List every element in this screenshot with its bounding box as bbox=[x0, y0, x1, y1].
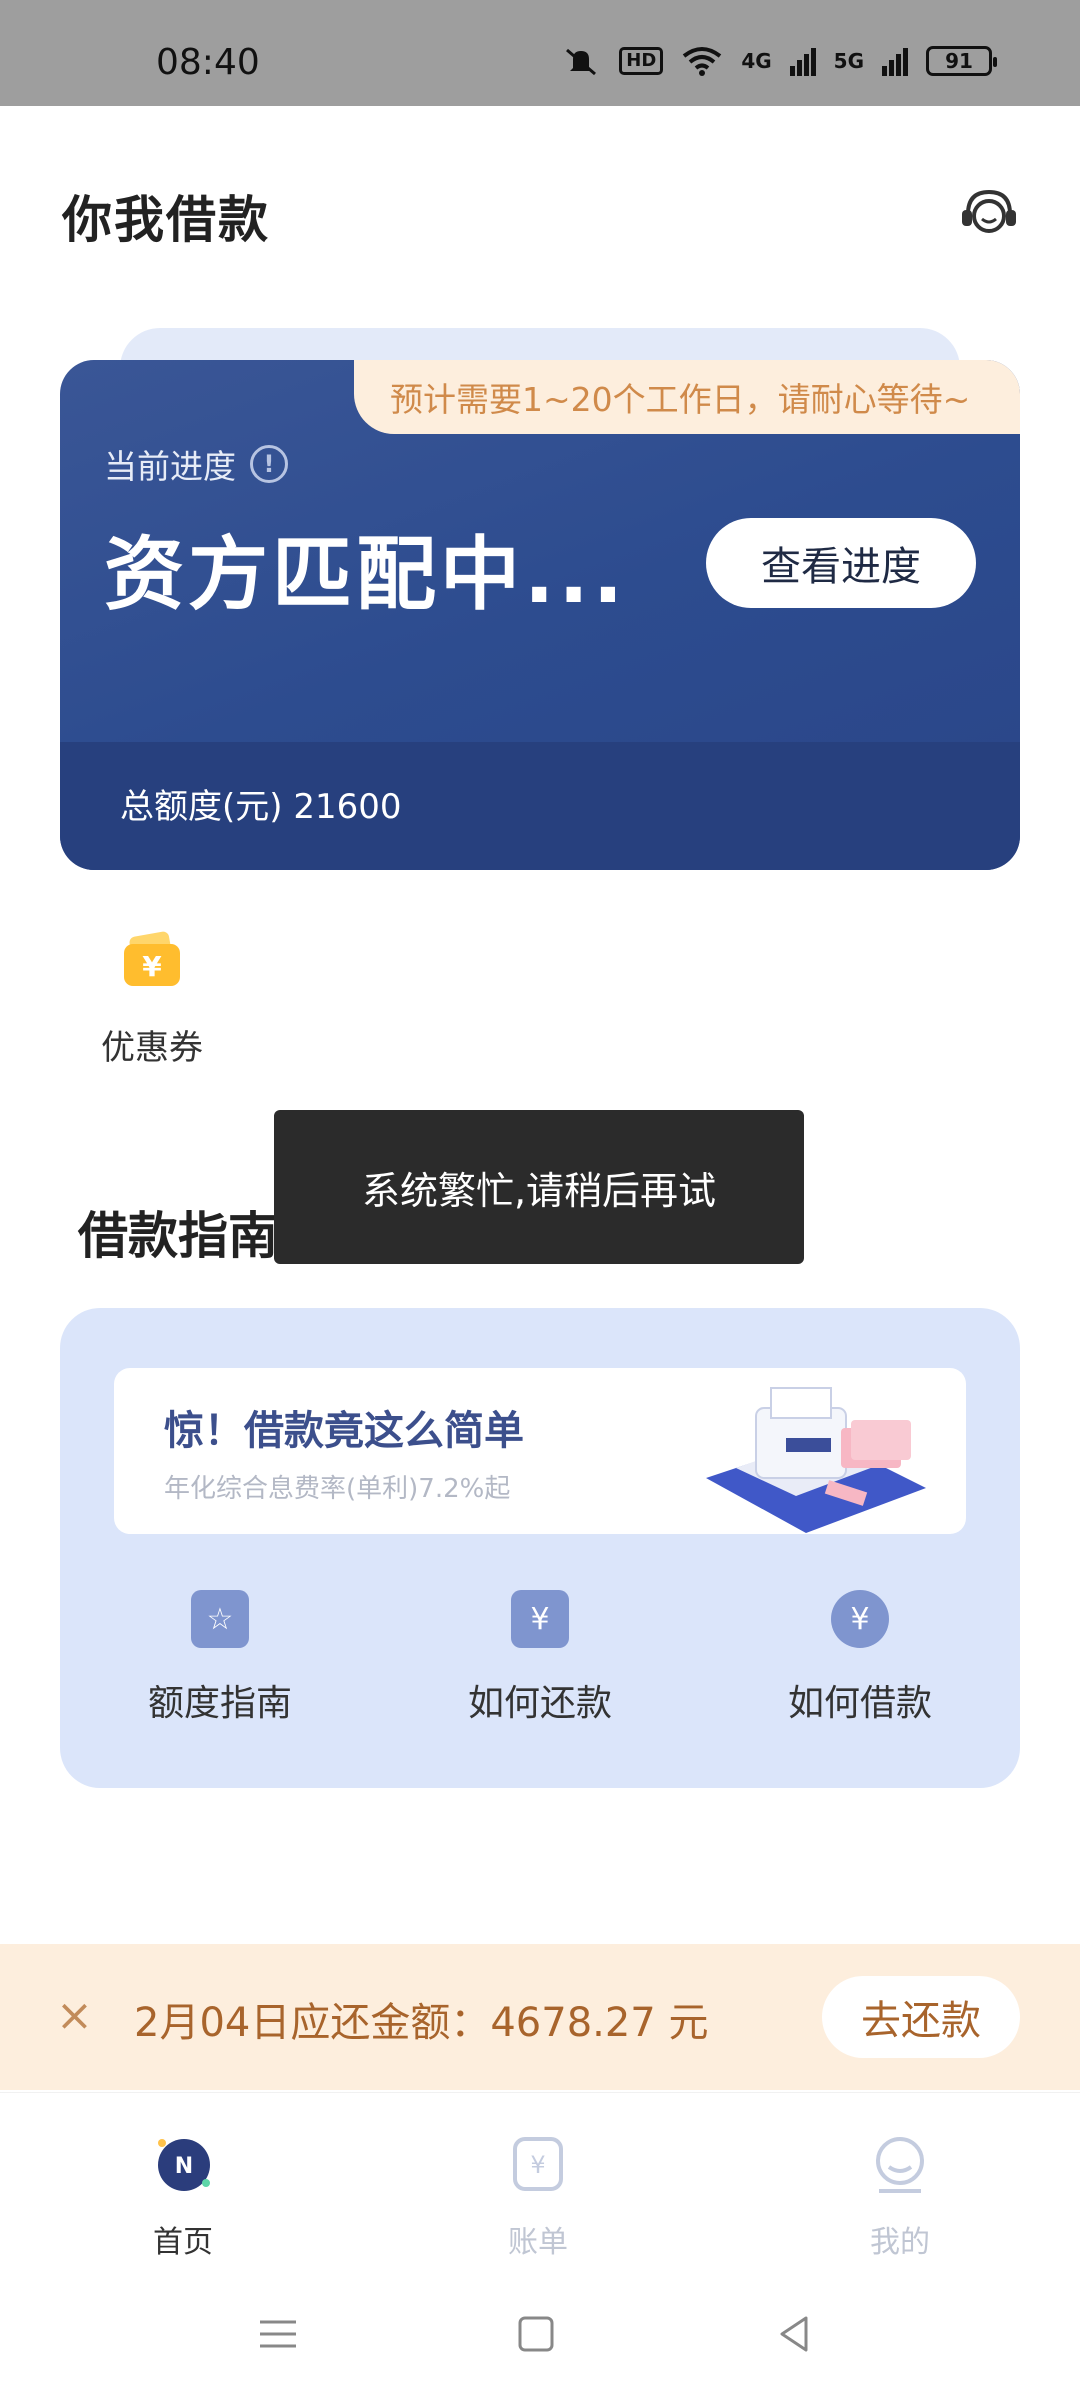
progress-label-text: 当前进度 bbox=[104, 447, 236, 486]
progress-card: 预计需要1~20个工作日，请耐心等待~ 当前进度 ! 资方匹配中... 查看进度… bbox=[60, 360, 1020, 870]
guide-banner-headline: 惊！借款竟这么简单 bbox=[164, 1408, 524, 1454]
tab-label: 我的 bbox=[870, 2225, 930, 2260]
signal-icon bbox=[789, 48, 816, 76]
guide-item-limit[interactable]: ☆ 额度指南 bbox=[60, 1590, 380, 1726]
svg-text:N: N bbox=[175, 2154, 193, 2179]
tab-bills[interactable]: ¥ 账单 bbox=[458, 2133, 618, 2261]
home-square-icon[interactable] bbox=[514, 2312, 558, 2356]
guide-item-repay[interactable]: ¥ 如何还款 bbox=[380, 1590, 700, 1726]
repay-amount-text: 2月04日应还金额：4678.27 元 bbox=[134, 2000, 709, 2046]
coupon-icon: ¥ bbox=[124, 931, 180, 986]
close-icon[interactable]: × bbox=[56, 1990, 93, 2041]
network-4g-label: 4G bbox=[741, 49, 772, 73]
coupon-label: 优惠券 bbox=[101, 1028, 203, 1068]
back-icon[interactable] bbox=[772, 2312, 816, 2356]
mute-bell-icon bbox=[566, 48, 597, 76]
coupon-symbol: ¥ bbox=[142, 950, 162, 983]
repay-reminder-bar: × 2月04日应还金额：4678.27 元 去还款 bbox=[0, 1944, 1080, 2090]
guide-item-label: 如何还款 bbox=[467, 1683, 612, 1724]
network-5g-label: 5G bbox=[833, 49, 864, 73]
bottom-tab-bar: N 首页 ¥ 账单 我的 bbox=[0, 2092, 1080, 2268]
guide-item-label: 如何借款 bbox=[787, 1683, 932, 1724]
status-time: 08:40 bbox=[156, 42, 260, 83]
guide-title: 借款指南 bbox=[78, 1207, 278, 1265]
tab-label: 首页 bbox=[153, 2225, 213, 2260]
home-icon: N bbox=[158, 2139, 210, 2191]
guide-card: 惊！借款竟这么简单 年化综合息费率(单利)7.2%起 ☆ 额度指南 ¥ 如何还款… bbox=[60, 1308, 1020, 1788]
guide-item-borrow[interactable]: ¥ 如何借款 bbox=[700, 1590, 1020, 1726]
star-icon: ☆ bbox=[191, 1590, 249, 1648]
info-icon[interactable]: ! bbox=[250, 445, 288, 483]
guide-banner[interactable]: 惊！借款竟这么简单 年化综合息费率(单利)7.2%起 bbox=[114, 1368, 966, 1534]
repay-icon: ¥ bbox=[511, 1590, 569, 1648]
wifi-icon bbox=[683, 47, 722, 76]
money-machine-illustration bbox=[706, 1387, 926, 1533]
tab-home[interactable]: N 首页 bbox=[103, 2133, 263, 2261]
toast-message: 系统繁忙,请稍后再试 bbox=[274, 1110, 804, 1264]
signal-icon-2 bbox=[882, 48, 908, 76]
bill-icon: ¥ bbox=[513, 2137, 563, 2191]
status-icons: HD 4G 5G 91 bbox=[561, 46, 997, 76]
estimate-banner: 预计需要1~20个工作日，请耐心等待~ bbox=[354, 360, 1020, 434]
view-progress-button[interactable]: 查看进度 bbox=[706, 518, 976, 608]
svg-text:¥: ¥ bbox=[530, 2151, 545, 2179]
hd-badge: HD bbox=[619, 47, 664, 75]
app-title: 你我借款 bbox=[62, 191, 270, 249]
guide-banner-subtitle: 年化综合息费率(单利)7.2%起 bbox=[164, 1474, 511, 1504]
system-nav-bar bbox=[0, 2268, 1080, 2400]
status-bar: 08:40 HD 4G 5G 91 bbox=[0, 0, 1080, 106]
coupon-entry[interactable]: ¥ 优惠券 bbox=[96, 930, 208, 1069]
customer-service-headset-icon[interactable] bbox=[958, 186, 1020, 240]
tab-mine[interactable]: 我的 bbox=[820, 2133, 980, 2261]
total-limit: 总额度(元) 21600 bbox=[120, 787, 402, 827]
yuan-icon: ¥ bbox=[831, 1590, 889, 1648]
menu-icon[interactable] bbox=[256, 2312, 300, 2356]
battery-icon: 91 bbox=[926, 46, 997, 76]
guide-items: ☆ 额度指南 ¥ 如何还款 ¥ 如何借款 bbox=[60, 1590, 1020, 1726]
tab-label: 账单 bbox=[508, 2225, 568, 2260]
progress-status: 资方匹配中... bbox=[104, 528, 628, 621]
progress-label: 当前进度 ! bbox=[104, 440, 288, 488]
profile-icon bbox=[876, 2137, 924, 2193]
guide-item-label: 额度指南 bbox=[147, 1683, 292, 1724]
go-repay-button[interactable]: 去还款 bbox=[822, 1976, 1020, 2058]
